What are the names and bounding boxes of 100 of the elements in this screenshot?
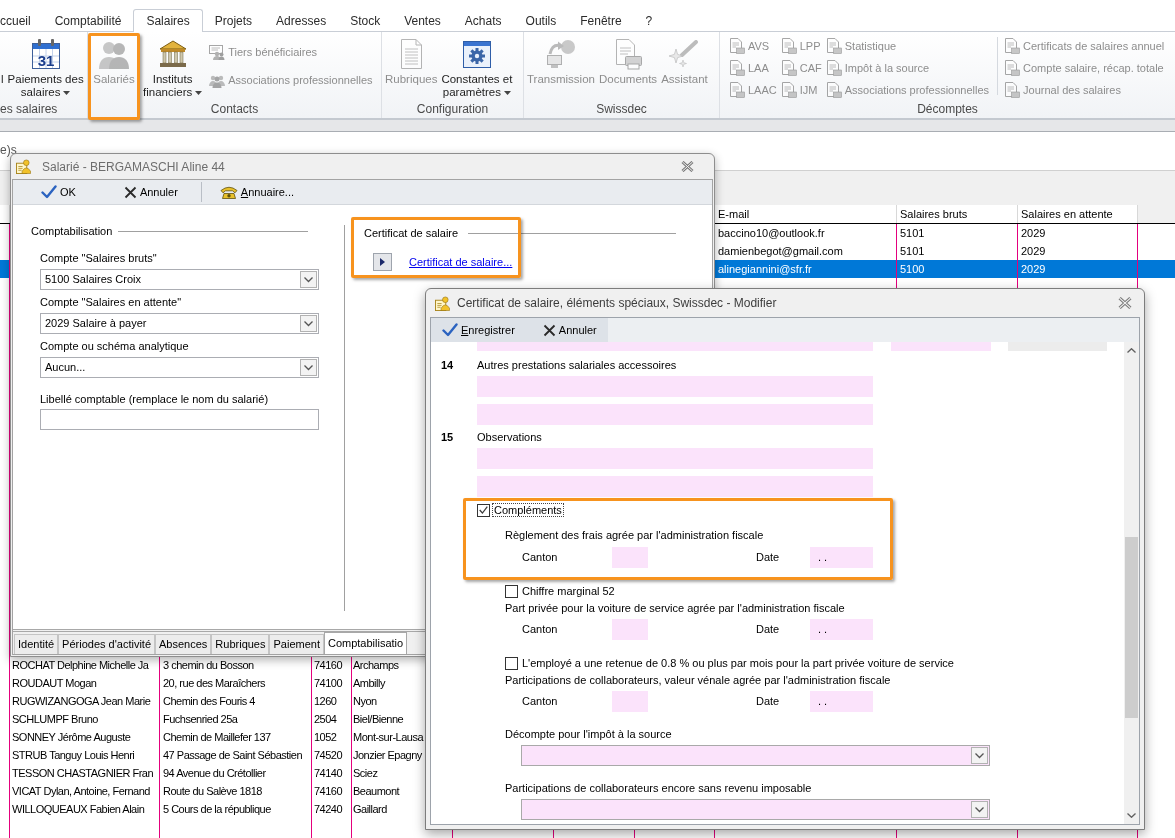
group-label: es salaires	[0, 102, 58, 118]
column-header[interactable]: E-mail	[718, 205, 750, 223]
column-header[interactable]: Salaires bruts	[900, 205, 968, 223]
check-icon	[41, 185, 57, 199]
contact-card-icon	[209, 44, 226, 60]
date-field[interactable]: . .	[810, 619, 873, 640]
date-field[interactable]: . .	[810, 547, 873, 568]
toolbar-button[interactable]: Annuler	[122, 181, 179, 203]
report-icon	[729, 38, 745, 54]
menu-tab[interactable]: ccueil	[0, 10, 43, 31]
table-cell: 5101	[897, 224, 1018, 242]
menu-tab[interactable]: Outils	[513, 10, 569, 31]
input-field[interactable]	[477, 476, 873, 497]
chevron-down-icon	[300, 359, 317, 376]
canton-field[interactable]	[612, 691, 648, 712]
checkbox-label[interactable]: Chiffre marginal 52	[520, 584, 617, 598]
menu-tab[interactable]: Comptabilité	[42, 10, 134, 31]
field-label: Date	[756, 623, 780, 636]
tab[interactable]: Absences	[155, 634, 212, 654]
tab[interactable]: Périodes d'activité	[58, 634, 156, 654]
certificate-link[interactable]: Certificat de salaire...	[409, 253, 513, 271]
table-cell-text: Nyon	[352, 694, 378, 709]
section-number: 14	[441, 358, 454, 371]
field-label: Canton	[522, 551, 558, 564]
section-title: Observations	[477, 429, 542, 445]
input-field[interactable]	[40, 409, 319, 430]
table-cell: 2504	[312, 710, 352, 728]
menu-tab[interactable]: Salaires	[133, 9, 203, 32]
table-cell: 5100	[897, 260, 1018, 278]
tab[interactable]: Paiement	[269, 634, 324, 654]
tab[interactable]: Identité	[14, 634, 59, 654]
table-cell: Chemin des Fouris 4	[160, 692, 312, 710]
canton-field[interactable]	[612, 619, 648, 640]
menu-tab[interactable]: Projets	[202, 10, 265, 31]
dropdown-field[interactable]	[521, 799, 990, 820]
report-icon	[825, 82, 842, 98]
close-button[interactable]	[681, 161, 694, 172]
close-icon	[681, 161, 694, 172]
checkbox-label[interactable]: Compléments	[492, 503, 564, 517]
person-card-icon	[16, 159, 31, 174]
phone-icon	[219, 185, 238, 199]
field-label: Compte "Salaires bruts"	[40, 251, 157, 265]
check-icon	[442, 323, 458, 337]
chevron-down-icon	[1127, 813, 1136, 818]
input-field[interactable]	[477, 376, 873, 397]
tab[interactable]: Comptabilisatio	[323, 632, 408, 654]
toolbar-button[interactable]: OK	[40, 181, 77, 203]
ribbon-button[interactable]: Constantes et paramètres	[440, 32, 514, 102]
chevron-down-icon	[971, 747, 988, 764]
tab[interactable]: Rubriques	[211, 634, 270, 654]
table-cell: 5 Cours de la république	[160, 800, 312, 818]
table-cell: 20, rue des Maraîchers	[160, 674, 312, 692]
report-icon	[780, 82, 797, 98]
checkbox[interactable]	[505, 584, 518, 598]
ribbon-button[interactable]: Instituts financiers	[142, 32, 204, 102]
table-cell: Chemin de Maillefer 137	[160, 728, 312, 746]
table-cell: 1052	[312, 728, 352, 746]
dropdown-field[interactable]: 2029 Salaire à payer	[40, 313, 319, 334]
section-title: Certificat de salaire	[364, 226, 459, 240]
close-button[interactable]	[1118, 297, 1132, 309]
menu-tab[interactable]: Fenêtre	[568, 10, 634, 31]
checkbox[interactable]	[477, 503, 490, 517]
table-cell-text: Sciez	[352, 766, 379, 781]
table-cell: 74520	[312, 746, 352, 764]
table-cell: RUGWIZANGOGA Jean Marie	[10, 692, 160, 710]
checkbox-label[interactable]: L'employé a une retenue de 0.8 % ou plus par mois pour la part privée voiture de service	[520, 656, 956, 670]
toolbar-button[interactable]: Enregistrer	[441, 319, 516, 341]
check-icon	[479, 506, 488, 514]
toolbar-button[interactable]: Annuaire...	[218, 181, 296, 203]
table-cell: ROUDAUT Mogan	[10, 674, 160, 692]
input-field[interactable]	[477, 342, 873, 351]
date-field[interactable]: . .	[810, 691, 873, 712]
table-cell: SONNEY Jérôme Auguste	[10, 728, 160, 746]
section-title: Autres prestations salariales accessoires	[477, 357, 677, 373]
column-header[interactable]: Salaires en attente	[1021, 205, 1113, 223]
dropdown-field[interactable]: 5100 Salaires Croix	[40, 269, 319, 290]
ribbon-button[interactable]: l	[0, 32, 5, 102]
menu-tab[interactable]: Adresses	[264, 10, 339, 31]
canton-field[interactable]	[612, 547, 648, 568]
menu-tab[interactable]: Achats	[452, 10, 514, 31]
dropdown-field[interactable]	[521, 745, 990, 766]
input-field[interactable]	[891, 342, 991, 351]
input-field[interactable]	[477, 448, 873, 469]
menu-tab[interactable]: ?	[633, 10, 665, 31]
checkbox[interactable]	[505, 656, 518, 670]
field-group-title: Participations de collaborateurs, valeur vénale agrée par l'administration fiscale	[505, 673, 891, 687]
menu-tab[interactable]: Ventes	[392, 10, 453, 31]
input-field[interactable]	[477, 404, 873, 425]
field-label: Canton	[522, 623, 558, 636]
table-cell: STRUB Tanguy Louis Henri	[10, 746, 160, 764]
table-cell: 74100	[312, 674, 352, 692]
open-button[interactable]	[373, 253, 392, 271]
field-label: Compte ou schéma analytique	[40, 339, 189, 353]
chevron-up-icon	[1127, 348, 1136, 353]
ribbon-button[interactable]: 31 Paiements des salaires	[6, 32, 85, 102]
menu-tab[interactable]: Stock	[338, 10, 393, 31]
dropdown-field[interactable]: Aucun...	[40, 357, 319, 378]
table-cell: Fuchsenried 25a	[160, 710, 312, 728]
toolbar-button[interactable]: Annuler	[541, 319, 598, 341]
table-cell: VICAT Dylan, Antoine, Fernand	[10, 782, 160, 800]
